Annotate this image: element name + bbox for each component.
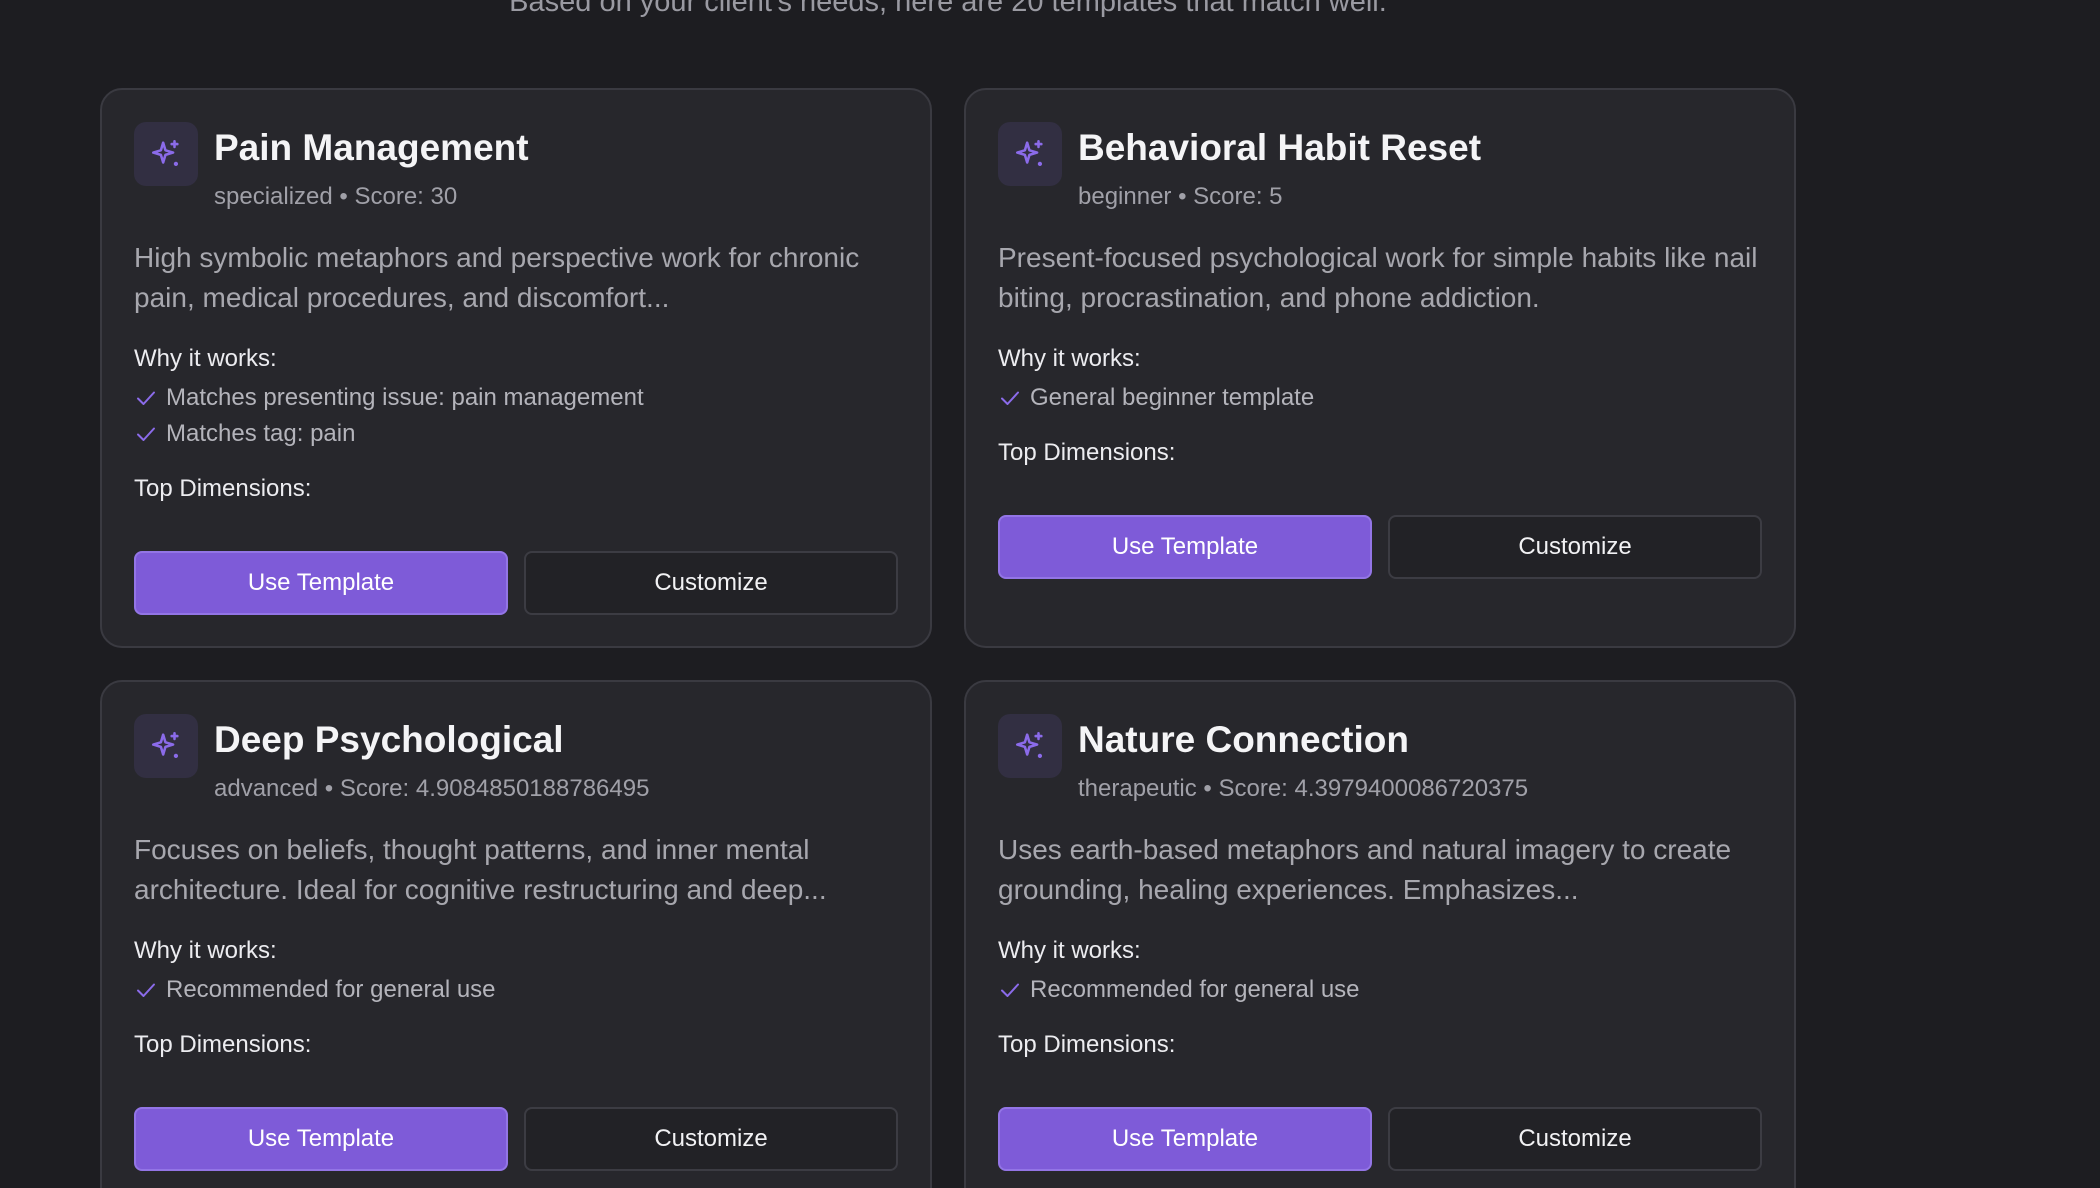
template-card-deep-psychological: Deep Psychological advanced • Score: 4.9… xyxy=(100,680,932,1188)
top-dimensions-label: Top Dimensions: xyxy=(998,439,1176,466)
card-actions: Use Template Customize xyxy=(134,1107,898,1171)
card-title: Pain Management xyxy=(214,127,529,168)
reasons-list: Matches presenting issue: pain managemen… xyxy=(134,380,644,452)
use-template-button[interactable]: Use Template xyxy=(134,1107,508,1171)
card-meta: therapeutic • Score: 4.3979400086720375 xyxy=(1078,775,1529,802)
customize-button[interactable]: Customize xyxy=(1388,515,1762,579)
check-icon xyxy=(1001,391,1019,405)
customize-button[interactable]: Customize xyxy=(1388,1107,1762,1171)
card-meta: specialized • Score: 30 xyxy=(214,183,458,210)
reason-text: Matches presenting issue: pain managemen… xyxy=(166,384,644,411)
reason-item: Matches presenting issue: pain managemen… xyxy=(134,380,644,416)
check-icon xyxy=(137,391,155,405)
customize-button[interactable]: Customize xyxy=(524,1107,898,1171)
card-meta: advanced • Score: 4.9084850188786495 xyxy=(214,775,650,802)
why-it-works-label: Why it works: xyxy=(134,937,277,964)
reason-text: Matches tag: pain xyxy=(166,420,356,447)
why-it-works-label: Why it works: xyxy=(998,937,1141,964)
card-actions: Use Template Customize xyxy=(134,551,898,615)
reasons-list: Recommended for general use xyxy=(998,972,1360,1008)
reason-item: General beginner template xyxy=(998,380,1314,416)
card-title: Behavioral Habit Reset xyxy=(1078,127,1482,168)
why-it-works-label: Why it works: xyxy=(134,345,277,372)
sparkles-icon xyxy=(998,714,1062,778)
card-title: Nature Connection xyxy=(1078,719,1409,760)
sparkles-icon xyxy=(998,122,1062,186)
customize-button[interactable]: Customize xyxy=(524,551,898,615)
check-icon xyxy=(137,983,155,997)
page-subtitle: Based on your client's needs, here are 2… xyxy=(509,0,1387,18)
card-title: Deep Psychological xyxy=(214,719,564,760)
reasons-list: Recommended for general use xyxy=(134,972,496,1008)
sparkles-icon xyxy=(134,122,198,186)
template-card-nature-connection: Nature Connection therapeutic • Score: 4… xyxy=(964,680,1796,1188)
sparkles-icon xyxy=(134,714,198,778)
reasons-list: General beginner template xyxy=(998,380,1314,416)
card-description: Focuses on beliefs, thought patterns, an… xyxy=(134,834,827,905)
card-actions: Use Template Customize xyxy=(998,515,1762,579)
use-template-button[interactable]: Use Template xyxy=(998,515,1372,579)
top-dimensions-label: Top Dimensions: xyxy=(998,1031,1176,1058)
template-card-pain-management: Pain Management specialized • Score: 30 … xyxy=(100,88,932,648)
reason-item: Matches tag: pain xyxy=(134,416,644,452)
card-description: Uses earth-based metaphors and natural i… xyxy=(998,834,1732,905)
check-icon xyxy=(137,427,155,441)
reason-text: General beginner template xyxy=(1030,384,1315,411)
card-description: High symbolic metaphors and perspective … xyxy=(134,242,860,313)
template-card-behavioral-habit-reset: Behavioral Habit Reset beginner • Score:… xyxy=(964,88,1796,648)
reason-item: Recommended for general use xyxy=(134,972,496,1008)
template-recommendations-page: Based on your client's needs, here are 2… xyxy=(0,0,2100,1188)
template-grid: Pain Management specialized • Score: 30 … xyxy=(100,88,1796,1188)
check-icon xyxy=(1001,983,1019,997)
why-it-works-label: Why it works: xyxy=(998,345,1141,372)
card-description: Present-focused psychological work for s… xyxy=(998,242,1758,313)
top-dimensions-label: Top Dimensions: xyxy=(134,1031,312,1058)
use-template-button[interactable]: Use Template xyxy=(134,551,508,615)
top-dimensions-label: Top Dimensions: xyxy=(134,475,312,502)
reason-text: Recommended for general use xyxy=(166,976,496,1003)
use-template-button[interactable]: Use Template xyxy=(998,1107,1372,1171)
card-meta: beginner • Score: 5 xyxy=(1078,183,1283,210)
card-actions: Use Template Customize xyxy=(998,1107,1762,1171)
reason-item: Recommended for general use xyxy=(998,972,1360,1008)
reason-text: Recommended for general use xyxy=(1030,976,1360,1003)
